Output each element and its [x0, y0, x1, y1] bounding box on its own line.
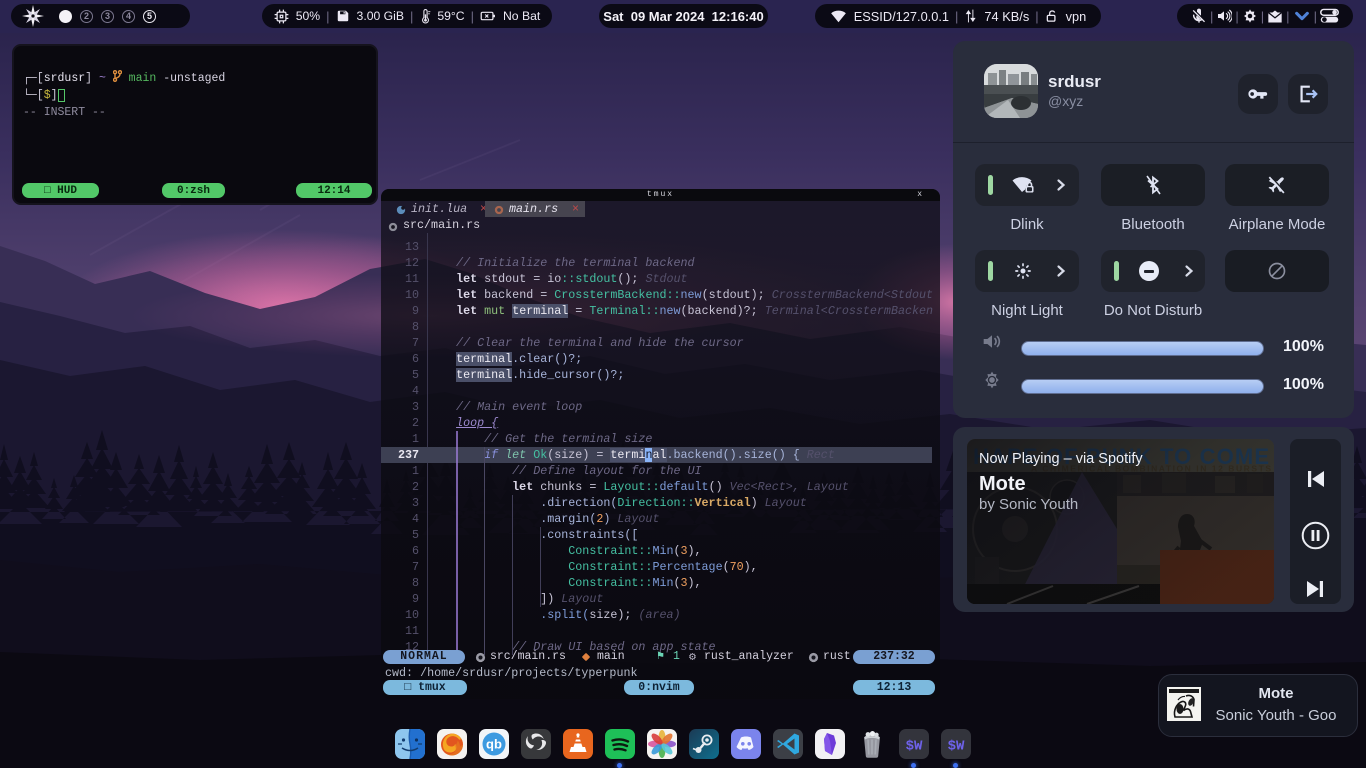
svg-text:$W: $W [906, 739, 923, 755]
svg-text:qb: qb [486, 737, 502, 752]
svg-text:$W: $W [948, 739, 965, 755]
